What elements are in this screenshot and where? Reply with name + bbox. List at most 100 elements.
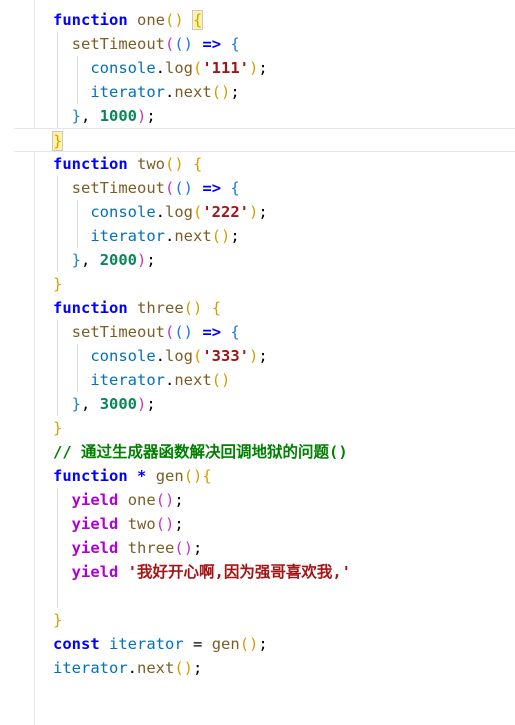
paren: ): [137, 395, 147, 413]
paren: (): [165, 155, 184, 173]
code-line-1[interactable]: function one() {: [0, 8, 515, 32]
code-line-6-current[interactable]: }: [14, 128, 515, 152]
code-line-11[interactable]: }, 2000);: [0, 248, 515, 272]
close-brace: }: [51, 131, 64, 151]
number-literal: 2000: [99, 251, 138, 269]
string-literal: '222': [202, 203, 250, 221]
call-two: two: [127, 515, 156, 533]
keyword-yield: yield: [71, 563, 119, 581]
call-three: three: [127, 539, 175, 557]
indent-guide: [77, 56, 78, 80]
paren: (): [174, 323, 194, 341]
iterator-variable: iterator: [109, 635, 184, 653]
function-name-two: two: [137, 155, 165, 173]
brace: {: [230, 323, 240, 341]
keyword-yield: yield: [71, 539, 119, 557]
log-method: log: [165, 203, 193, 221]
indent-guide: [57, 488, 58, 512]
paren: (): [211, 227, 231, 245]
paren: (: [165, 35, 175, 53]
code-line-5[interactable]: }, 1000);: [0, 104, 515, 128]
paren: (): [155, 515, 175, 533]
code-line-25[interactable]: [0, 584, 515, 608]
code-line-28[interactable]: iterator.next();: [0, 656, 515, 680]
code-line-19[interactable]: // 通过生成器函数解决回调地狱的问题(): [0, 440, 515, 464]
paren: (): [174, 659, 193, 677]
indent-guide: [57, 104, 58, 128]
code-line-2[interactable]: setTimeout(() => {: [0, 32, 515, 56]
code-line-12[interactable]: }: [0, 272, 515, 296]
indent-guide: [57, 392, 58, 416]
code-editor[interactable]: function one() { setTimeout(() => { cons…: [0, 8, 515, 680]
paren: (): [211, 371, 231, 389]
arrow-operator: =>: [202, 35, 222, 53]
code-line-22[interactable]: yield two();: [0, 512, 515, 536]
call-one: one: [127, 491, 156, 509]
code-line-4[interactable]: iterator.next();: [0, 80, 515, 104]
code-line-24[interactable]: yield '我好开心啊,因为强哥喜欢我,': [0, 560, 515, 584]
paren: (): [211, 83, 231, 101]
code-line-13[interactable]: function three() {: [0, 296, 515, 320]
paren: (): [239, 635, 259, 653]
close-brace: }: [53, 419, 63, 437]
indent-guide: [77, 344, 78, 368]
indent-guide: [77, 80, 78, 104]
number-literal: 3000: [99, 395, 138, 413]
paren: (: [165, 179, 175, 197]
indent-guide: [57, 176, 58, 200]
iterator-variable: iterator: [90, 371, 165, 389]
keyword-function: function: [53, 467, 128, 485]
code-line-3[interactable]: console.log('111');: [0, 56, 515, 80]
indent-guide: [77, 224, 78, 248]
code-line-10[interactable]: iterator.next();: [0, 224, 515, 248]
next-method: next: [137, 659, 175, 677]
code-line-17[interactable]: }, 3000);: [0, 392, 515, 416]
close-brace: }: [53, 275, 63, 293]
indent-guide: [57, 248, 58, 272]
iterator-variable: iterator: [90, 83, 165, 101]
string-literal: '111': [202, 59, 250, 77]
code-line-18[interactable]: }: [0, 416, 515, 440]
indent-guide: [77, 200, 78, 224]
brace: }: [71, 395, 82, 413]
paren: (): [165, 11, 184, 29]
paren: (): [174, 179, 194, 197]
indent-guide: [57, 320, 58, 344]
code-line-21[interactable]: yield one();: [0, 488, 515, 512]
paren: (: [193, 203, 203, 221]
keyword-function: function: [53, 11, 128, 29]
keyword-const: const: [53, 635, 100, 653]
code-line-9[interactable]: console.log('222');: [0, 200, 515, 224]
number-literal: 1000: [99, 107, 138, 125]
code-line-26[interactable]: }: [0, 608, 515, 632]
code-line-7[interactable]: function two() {: [0, 152, 515, 176]
paren: (): [183, 467, 203, 485]
code-line-14[interactable]: setTimeout(() => {: [0, 320, 515, 344]
code-line-23[interactable]: yield three();: [0, 536, 515, 560]
brace: {: [230, 179, 240, 197]
function-name-one: one: [137, 11, 165, 29]
paren: ): [249, 347, 259, 365]
iterator-variable: iterator: [90, 227, 165, 245]
close-brace: }: [53, 611, 63, 629]
indent-guide: [57, 368, 58, 392]
code-line-16[interactable]: iterator.next(): [0, 368, 515, 392]
open-brace: {: [202, 467, 212, 485]
code-line-20[interactable]: function * gen(){: [0, 464, 515, 488]
code-line-8[interactable]: setTimeout(() => {: [0, 176, 515, 200]
settimeout-call: setTimeout: [71, 323, 165, 341]
arrow-operator: =>: [202, 323, 222, 341]
iterator-variable: iterator: [53, 659, 128, 677]
paren: ): [249, 59, 259, 77]
console-object: console: [90, 203, 156, 221]
indent-guide: [57, 536, 58, 560]
next-method: next: [174, 371, 212, 389]
code-line-27[interactable]: const iterator = gen();: [0, 632, 515, 656]
paren: (: [193, 59, 203, 77]
call-gen: gen: [211, 635, 240, 653]
settimeout-call: setTimeout: [71, 179, 165, 197]
function-name-gen: gen: [155, 467, 184, 485]
code-line-15[interactable]: console.log('333');: [0, 344, 515, 368]
log-method: log: [165, 59, 193, 77]
indent-guide: [77, 368, 78, 392]
